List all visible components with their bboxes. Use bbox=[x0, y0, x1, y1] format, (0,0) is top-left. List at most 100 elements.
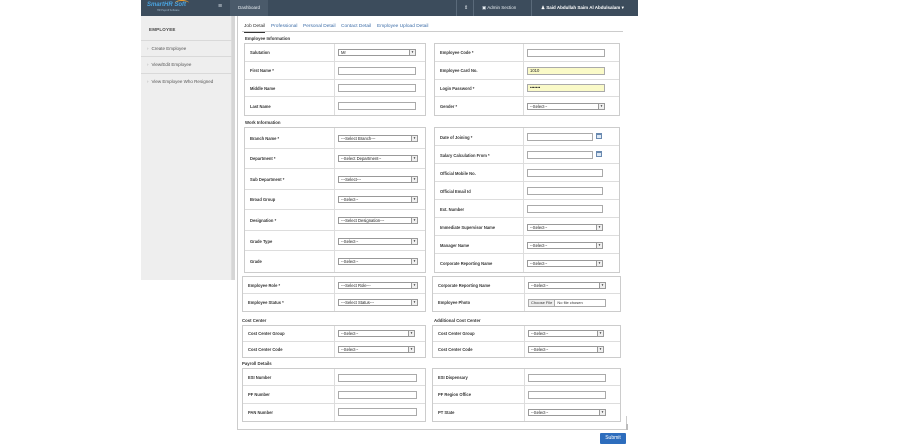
pf-number-input[interactable] bbox=[338, 390, 417, 399]
select-value: --Select Department-- bbox=[341, 156, 382, 162]
cost-center-group-label: Cost Center Group bbox=[248, 331, 285, 337]
select-value: ---Select Status--- bbox=[341, 300, 375, 305]
employee-status-label: Employee Status * bbox=[248, 300, 284, 305]
admin-section-link[interactable]: ▣ Admin Section bbox=[482, 0, 516, 16]
pt-state-select[interactable]: --Select-- ▼ bbox=[528, 408, 606, 416]
grade-select[interactable]: --Select-- ▼ bbox=[338, 258, 418, 266]
sub-department-select[interactable]: ---Select--- ▼ bbox=[338, 175, 418, 183]
calendar-icon[interactable] bbox=[596, 133, 602, 139]
official-email-id-input[interactable] bbox=[527, 187, 603, 195]
branch-name-select[interactable]: ---Select Branch--- ▼ bbox=[338, 134, 418, 142]
employee-code-input[interactable] bbox=[527, 48, 605, 57]
immediate-supervisor-name-select[interactable]: --Select-- ▼ bbox=[527, 223, 603, 231]
hamburger-menu-icon[interactable]: ≡ bbox=[218, 3, 224, 10]
cost-center-group-select[interactable]: --Select-- ▼ bbox=[338, 330, 415, 338]
pf-region-office-label: PF Region Office bbox=[438, 392, 471, 398]
dropdown-arrow-icon: ▼ bbox=[411, 135, 417, 141]
select-value: ---Select Designation--- bbox=[341, 218, 385, 224]
pf-region-office-input[interactable] bbox=[528, 390, 606, 399]
esi-dispensary-input[interactable] bbox=[528, 373, 606, 382]
salary-calculation-from-input[interactable] bbox=[527, 151, 593, 159]
employee-code-label: Employee Code * bbox=[440, 50, 474, 56]
chevron-right-icon: › bbox=[147, 62, 149, 67]
sort-arrows-icon[interactable]: ⇕ bbox=[464, 0, 468, 16]
user-menu[interactable]: ♟ Said Abdullah Saim Al Abdulsalam ▾ bbox=[541, 0, 624, 16]
gender-select[interactable]: --Select-- ▼ bbox=[527, 102, 605, 110]
brand-logo[interactable]: SmartHR Soft HR Payroll Software bbox=[147, 0, 203, 13]
employee-info-right-panel: Employee Code * Employee Card No. 1010 Logi… bbox=[434, 43, 620, 116]
gender-label: Gender * bbox=[440, 103, 458, 109]
form-row-branch-name: Branch Name * ---Select Branch--- ▼ bbox=[245, 128, 425, 149]
middle-name-label: Middle Name bbox=[250, 85, 276, 91]
sidebar-scrollbar[interactable] bbox=[232, 16, 235, 280]
form-row-manager-name: Manager Name --Select-- ▼ bbox=[435, 236, 619, 254]
designation-select[interactable]: ---Select Designation--- ▼ bbox=[338, 217, 418, 225]
navbar-divider bbox=[531, 0, 532, 16]
sidebar-item-view-resigned[interactable]: › View Employee Who Resigned bbox=[141, 73, 232, 89]
pan-number-label: PAN Number bbox=[248, 409, 273, 415]
sidebar-item-label: View/Edit Employee bbox=[151, 62, 192, 67]
payroll-left-panel: ESI Number PF Number PAN Number bbox=[242, 368, 426, 422]
form-row-sub-department: Sub Department * ---Select--- ▼ bbox=[245, 169, 425, 190]
salary-calculation-from-label: Salary Calculation From * bbox=[440, 152, 490, 158]
corporate-reporting-name-label: Corporate Reporting Name bbox=[440, 260, 493, 266]
broad-group-select[interactable]: --Select-- ▼ bbox=[338, 196, 418, 204]
section-cost-center: Cost Center bbox=[242, 318, 267, 323]
employee-photo-label: Employee Photo bbox=[438, 300, 471, 305]
employee-card-no-input[interactable]: 1010 bbox=[527, 66, 605, 75]
middle-name-input[interactable] bbox=[338, 84, 416, 93]
additional-cost-center-panel: Cost Center Group --Select-- ▼ Cost Center … bbox=[432, 325, 621, 358]
sidebar-item-view-edit-employee[interactable]: › View/Edit Employee bbox=[141, 56, 232, 72]
login-password-input[interactable]: ••••••• bbox=[527, 84, 605, 93]
corporate-reporting-name-select[interactable]: --Select-- ▼ bbox=[527, 259, 603, 267]
work-info-left-panel: Branch Name * ---Select Branch--- ▼ Departm… bbox=[244, 127, 426, 273]
employee-role-select[interactable]: ---Select Role--- ▼ bbox=[338, 282, 418, 289]
sub-department-label: Sub Department * bbox=[250, 176, 285, 182]
form-row-employee-card-no: Employee Card No. 1010 bbox=[435, 62, 619, 80]
section-work-information: Work Information bbox=[245, 120, 281, 125]
tab-underline bbox=[242, 31, 623, 32]
navbar-divider bbox=[473, 0, 474, 16]
caret-down-icon: ▾ bbox=[620, 5, 624, 10]
employee-status-select[interactable]: ---Select Status--- ▼ bbox=[338, 299, 418, 306]
choose-file-button[interactable]: Choose File bbox=[529, 299, 556, 306]
employee-info-left-panel: Salutation Mr ▼ First Name * Middle Name Last… bbox=[244, 43, 426, 116]
navbar-divider bbox=[456, 0, 457, 16]
last-name-input[interactable] bbox=[338, 102, 416, 111]
form-row-corporate-reporting-name: Corporate Reporting Name --Select-- ▼ bbox=[435, 254, 619, 272]
manager-name-select[interactable]: --Select-- ▼ bbox=[527, 241, 603, 249]
grade-type-select[interactable]: --Select-- ▼ bbox=[338, 237, 418, 245]
corporate-reporting-name-select[interactable]: --Select-- ▼ bbox=[528, 282, 606, 289]
form-row-ext-number: Ext. Number bbox=[435, 200, 619, 218]
content-scrollbar[interactable] bbox=[626, 424, 628, 430]
cost-center-group-label: Cost Center Group bbox=[438, 331, 475, 337]
form-row-official-email-id: Official Email Id bbox=[435, 182, 619, 200]
official-mobile-no-input[interactable] bbox=[527, 169, 603, 177]
form-row-corporate-reporting-name: Corporate Reporting Name --Select-- ▼ bbox=[433, 277, 620, 294]
calendar-icon[interactable] bbox=[596, 151, 602, 157]
select-value: --Select-- bbox=[341, 346, 359, 352]
form-row-esi-number: ESI Number bbox=[243, 369, 425, 387]
salutation-select[interactable]: Mr ▼ bbox=[338, 49, 416, 57]
form-row-pan-number: PAN Number bbox=[243, 404, 425, 421]
ext-number-input[interactable] bbox=[527, 205, 603, 213]
cost-center-code-select[interactable]: --Select-- ▼ bbox=[338, 345, 415, 353]
submit-button[interactable]: Submit bbox=[600, 433, 626, 444]
employee-photo-file-input[interactable]: Choose File No file chosen bbox=[528, 298, 606, 307]
select-value: --Select-- bbox=[341, 259, 359, 265]
select-value: --Select-- bbox=[530, 103, 548, 109]
select-value: ---Select--- bbox=[341, 176, 362, 182]
form-row-gender: Gender * --Select-- ▼ bbox=[435, 97, 619, 115]
sidebar-item-create-employee[interactable]: › Create Employee bbox=[141, 40, 232, 56]
date-of-joining-input[interactable] bbox=[527, 133, 593, 141]
esi-number-input[interactable] bbox=[338, 373, 417, 382]
form-row-pt-state: PT State --Select-- ▼ bbox=[433, 404, 620, 421]
department-select[interactable]: --Select Department-- ▼ bbox=[338, 155, 418, 163]
cost-center-group-select[interactable]: --Select-- ▼ bbox=[528, 330, 604, 338]
first-name-input[interactable] bbox=[338, 66, 416, 75]
form-row-broad-group: Broad Group --Select-- ▼ bbox=[245, 190, 425, 211]
pan-number-input[interactable] bbox=[338, 408, 417, 417]
dashboard-link[interactable]: Dashboard bbox=[230, 0, 269, 16]
esi-number-label: ESI Number bbox=[248, 375, 272, 381]
cost-center-code-select[interactable]: --Select-- ▼ bbox=[528, 345, 604, 353]
